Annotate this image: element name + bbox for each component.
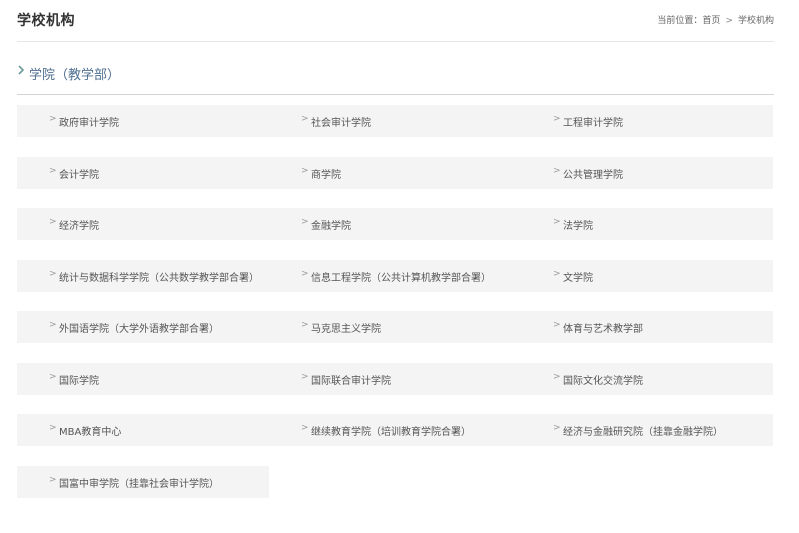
college-link-label: 商学院 bbox=[311, 169, 341, 181]
college-link-label: 继续教育学院（培训教育学院合署） bbox=[311, 427, 471, 438]
chevron-right-icon: > bbox=[553, 371, 561, 382]
college-link[interactable]: > 外国语学院（大学外语教学部合署） bbox=[17, 311, 269, 343]
section-title: 学院（教学部） bbox=[29, 68, 121, 83]
breadcrumb-home-link[interactable]: 首页 bbox=[702, 13, 720, 26]
college-link-label: MBA教育中心 bbox=[59, 427, 122, 438]
chevron-right-icon: > bbox=[301, 165, 309, 176]
college-link[interactable]: > 国富中审学院（挂靠社会审计学院） bbox=[17, 465, 269, 498]
chevron-right-icon: > bbox=[301, 423, 309, 433]
college-link-label: 外国语学院（大学外语教学部合署） bbox=[59, 324, 219, 335]
college-link-label: 经济与金融研究院（挂靠金融学院） bbox=[563, 427, 723, 438]
chevron-right-icon: > bbox=[553, 217, 561, 227]
college-link[interactable]: > 信息工程学院（公共计算机教学部合署） bbox=[269, 259, 521, 292]
college-link[interactable]: > 国际文化交流学院 bbox=[521, 362, 773, 395]
chevron-right-icon: > bbox=[301, 217, 309, 227]
chevron-right-icon: > bbox=[49, 423, 57, 433]
college-link-label: 金融学院 bbox=[311, 221, 351, 232]
college-link[interactable]: > 体育与艺术教学部 bbox=[521, 311, 773, 343]
chevron-right-icon: > bbox=[49, 320, 57, 330]
breadcrumb-current: 学校机构 bbox=[737, 16, 774, 26]
college-link-label: 工程审计学院 bbox=[563, 118, 623, 129]
college-link[interactable]: > 法学院 bbox=[521, 208, 773, 240]
college-link-label: 体育与艺术教学部 bbox=[563, 324, 643, 335]
college-link[interactable]: > 工程审计学院 bbox=[521, 105, 773, 137]
college-link-label: 文学院 bbox=[563, 272, 593, 284]
college-link[interactable]: > 经济学院 bbox=[17, 208, 269, 240]
college-link-label: 国际文化交流学院 bbox=[563, 375, 643, 387]
chevron-right-icon: > bbox=[301, 320, 309, 330]
chevron-right-icon: > bbox=[553, 114, 561, 124]
college-link-label: 统计与数据科学学院（公共数学教学部合署） bbox=[59, 272, 259, 284]
college-link-label: 社会审计学院 bbox=[311, 118, 371, 129]
college-link-label: 政府审计学院 bbox=[59, 118, 119, 129]
chevron-right-icon bbox=[18, 65, 25, 75]
college-link[interactable]: > 金融学院 bbox=[269, 208, 521, 240]
chevron-right-icon: > bbox=[553, 423, 561, 433]
college-link-label: 国富中审学院（挂靠社会审计学院） bbox=[59, 478, 219, 490]
college-link[interactable]: > 国际联合审计学院 bbox=[269, 362, 521, 395]
breadcrumb-separator: > bbox=[725, 16, 733, 26]
college-link-label: 经济学院 bbox=[59, 221, 99, 232]
chevron-right-icon: > bbox=[301, 371, 309, 382]
college-link-label: 马克思主义学院 bbox=[311, 324, 381, 335]
chevron-right-icon: > bbox=[49, 474, 57, 485]
college-link[interactable]: > 社会审计学院 bbox=[269, 105, 521, 137]
chevron-right-icon: > bbox=[301, 268, 309, 279]
section-header: 学院（教学部） bbox=[17, 58, 774, 95]
college-link-label: 会计学院 bbox=[59, 169, 99, 181]
chevron-right-icon: > bbox=[553, 320, 561, 330]
college-link-label: 法学院 bbox=[563, 221, 593, 232]
page-title: 学校机构 bbox=[17, 13, 75, 29]
chevron-right-icon: > bbox=[553, 268, 561, 279]
chevron-right-icon: > bbox=[49, 371, 57, 382]
chevron-right-icon: > bbox=[49, 268, 57, 279]
page-header: 学校机构 当前位置：首页 > 学校机构 bbox=[17, 0, 774, 42]
chevron-right-icon: > bbox=[49, 165, 57, 176]
college-link-label: 国际学院 bbox=[59, 375, 99, 387]
breadcrumb-prefix: 当前位置： bbox=[657, 16, 703, 26]
college-link[interactable]: > 商学院 bbox=[269, 156, 521, 189]
college-link-label: 国际联合审计学院 bbox=[311, 375, 391, 387]
college-link[interactable]: > 统计与数据科学学院（公共数学教学部合署） bbox=[17, 259, 269, 292]
breadcrumb: 当前位置：首页 > 学校机构 bbox=[657, 13, 774, 26]
college-link-label: 公共管理学院 bbox=[563, 169, 623, 181]
college-link[interactable]: > 国际学院 bbox=[17, 362, 269, 395]
chevron-right-icon: > bbox=[49, 114, 57, 124]
chevron-right-icon: > bbox=[301, 114, 309, 124]
college-link[interactable]: > 文学院 bbox=[521, 259, 773, 292]
college-link[interactable]: > 公共管理学院 bbox=[521, 156, 773, 189]
college-link[interactable]: > 继续教育学院（培训教育学院合署） bbox=[269, 414, 521, 446]
college-link[interactable]: > 马克思主义学院 bbox=[269, 311, 521, 343]
chevron-right-icon: > bbox=[49, 217, 57, 227]
chevron-right-icon: > bbox=[553, 165, 561, 176]
college-link[interactable]: > MBA教育中心 bbox=[17, 414, 269, 446]
college-link-label: 信息工程学院（公共计算机教学部合署） bbox=[311, 272, 491, 284]
college-link[interactable]: > 政府审计学院 bbox=[17, 105, 269, 137]
page: 学校机构 当前位置：首页 > 学校机构 学院（教学部） > 政府审计学院 > 社会审计学院… bbox=[0, 0, 799, 533]
college-link[interactable]: > 经济与金融研究院（挂靠金融学院） bbox=[521, 414, 773, 446]
college-link[interactable]: > 会计学院 bbox=[17, 156, 269, 189]
